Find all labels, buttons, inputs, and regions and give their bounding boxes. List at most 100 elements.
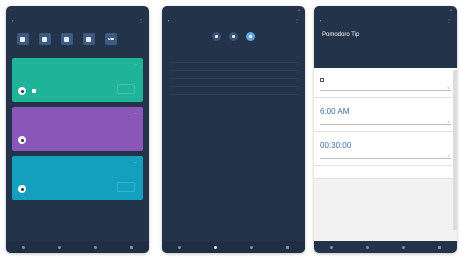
status-icons-left: ◦ bbox=[319, 8, 321, 12]
tool-more[interactable] bbox=[102, 33, 119, 47]
status-icons-left: ◦ bbox=[11, 8, 13, 12]
play-button[interactable] bbox=[18, 136, 26, 144]
card-illustration bbox=[117, 84, 135, 94]
chevron-down-icon: ▾ bbox=[447, 86, 449, 90]
tool-note[interactable] bbox=[36, 33, 53, 47]
nav-back-icon[interactable] bbox=[22, 245, 26, 249]
header-action-link[interactable] bbox=[314, 41, 457, 46]
play-icon bbox=[20, 138, 24, 142]
list-icon bbox=[64, 36, 69, 42]
more-icon bbox=[107, 38, 114, 40]
tab-1[interactable] bbox=[212, 32, 221, 43]
settings-row[interactable] bbox=[169, 87, 298, 95]
section-duration: 00:30:00 ▾ bbox=[314, 132, 457, 166]
back-icon[interactable]: ‹ bbox=[12, 18, 13, 23]
menu-icon[interactable]: ⋮ bbox=[295, 18, 299, 23]
status-bar: ◦ ▪▪ bbox=[314, 6, 457, 14]
chevron-down-icon: ▾ bbox=[447, 154, 449, 158]
status-icons-right: ▪▪ bbox=[449, 8, 452, 12]
settings-link[interactable] bbox=[169, 95, 298, 101]
card-menu-icon[interactable]: ⋯ bbox=[134, 111, 137, 115]
nav-recent-icon[interactable] bbox=[437, 245, 441, 249]
status-icons-right: ▪▪ bbox=[297, 8, 300, 12]
back-icon[interactable]: ‹ bbox=[168, 18, 169, 23]
page-title: Pomodoro Tip bbox=[322, 32, 360, 38]
scrollbar[interactable] bbox=[453, 70, 457, 230]
section-label bbox=[320, 170, 451, 172]
nav-back-icon[interactable] bbox=[330, 245, 334, 249]
start-time-value[interactable]: 6:00 AM bbox=[320, 107, 451, 116]
phone-screen-settings: ◦ ▪▪ ‹ ⋮ bbox=[162, 6, 305, 253]
phone-screen-detail: ◦ ▪▪ ‹ ⋮ Pomodoro Tip ▾ 6:00 AM ▾ 00:30:… bbox=[314, 6, 457, 253]
section-label bbox=[320, 72, 451, 74]
status-bar: ◦ ▪▪ bbox=[162, 6, 305, 14]
chevron-down-icon: ▾ bbox=[447, 120, 449, 124]
reminder-dropdown[interactable]: ▾ bbox=[320, 86, 451, 91]
settings-row[interactable] bbox=[169, 79, 298, 87]
detail-header: ◦ ▪▪ ‹ ⋮ Pomodoro Tip bbox=[314, 6, 457, 68]
section-extra bbox=[314, 166, 457, 179]
nav-home-icon[interactable] bbox=[58, 245, 62, 249]
play-icon bbox=[20, 187, 24, 191]
phone-screen-home: ◦ ‹ ⋮ ⋯ ⋯ ⋯ bbox=[6, 6, 149, 253]
grid-icon bbox=[20, 36, 25, 42]
timer-card-purple[interactable]: ⋯ bbox=[12, 107, 143, 151]
app-bar: ‹ ⋮ bbox=[314, 14, 457, 26]
nav-home-icon[interactable] bbox=[366, 245, 370, 249]
reminder-checkbox-row[interactable] bbox=[320, 78, 451, 82]
section-label bbox=[6, 47, 149, 58]
section-label bbox=[320, 136, 451, 138]
settings-row[interactable] bbox=[169, 63, 298, 71]
app-bar: ‹ ⋮ bbox=[6, 14, 149, 26]
settings-row[interactable] bbox=[169, 71, 298, 79]
settings-list bbox=[162, 43, 305, 101]
bell-icon bbox=[232, 35, 235, 38]
stop-icon[interactable] bbox=[32, 89, 36, 93]
card-menu-icon[interactable]: ⋯ bbox=[134, 160, 137, 164]
status-icons-left: ◦ bbox=[167, 8, 169, 12]
section-start-time: 6:00 AM ▾ bbox=[314, 98, 457, 132]
nav-search-icon[interactable] bbox=[249, 245, 253, 249]
menu-icon[interactable]: ⋮ bbox=[139, 18, 143, 23]
status-bar: ◦ bbox=[6, 6, 149, 14]
start-time-dropdown[interactable]: ▾ bbox=[320, 120, 451, 125]
quick-tools-row bbox=[6, 26, 149, 47]
tool-grid[interactable] bbox=[14, 33, 31, 47]
screenshot-stage: ◦ ‹ ⋮ ⋯ ⋯ ⋯ ◦ ▪▪ ‹ ⋮ ◦ ▪▪ ‹ ⋮ Pomodoro T… bbox=[0, 0, 459, 259]
card-illustration bbox=[117, 182, 135, 192]
tab-2[interactable] bbox=[229, 32, 238, 43]
doc-icon bbox=[86, 36, 91, 42]
timer-card-green[interactable]: ⋯ bbox=[12, 58, 143, 102]
nav-recent-icon[interactable] bbox=[285, 245, 289, 249]
settings-tabs bbox=[162, 26, 305, 43]
nav-search-icon[interactable] bbox=[401, 245, 405, 249]
detail-body: ▾ 6:00 AM ▾ 00:30:00 ▾ bbox=[314, 68, 457, 179]
section-reminder: ▾ bbox=[314, 68, 457, 98]
bottom-nav bbox=[6, 241, 149, 253]
play-icon bbox=[20, 89, 24, 93]
timer-card-teal[interactable]: ⋯ bbox=[12, 156, 143, 200]
duration-dropdown[interactable]: ▾ bbox=[320, 154, 451, 159]
app-bar: ‹ ⋮ bbox=[162, 14, 305, 26]
gear-icon bbox=[249, 35, 252, 38]
checkbox[interactable] bbox=[320, 78, 324, 82]
bottom-nav bbox=[162, 241, 305, 253]
note-icon bbox=[42, 36, 47, 42]
section-label bbox=[320, 102, 451, 104]
settings-row[interactable] bbox=[169, 55, 298, 63]
play-button[interactable] bbox=[18, 87, 26, 95]
menu-icon[interactable]: ⋮ bbox=[447, 18, 451, 23]
tool-doc[interactable] bbox=[80, 33, 97, 47]
nav-recent-icon[interactable] bbox=[129, 245, 133, 249]
clock-icon bbox=[215, 35, 218, 38]
card-menu-icon[interactable]: ⋯ bbox=[134, 62, 137, 66]
back-icon[interactable]: ‹ bbox=[320, 18, 321, 23]
bottom-nav bbox=[314, 241, 457, 253]
duration-value[interactable]: 00:30:00 bbox=[320, 141, 451, 150]
nav-home-icon[interactable] bbox=[214, 245, 218, 249]
tool-list[interactable] bbox=[58, 33, 75, 47]
tab-3[interactable] bbox=[246, 32, 255, 43]
nav-search-icon[interactable] bbox=[93, 245, 97, 249]
nav-back-icon[interactable] bbox=[178, 245, 182, 249]
play-button[interactable] bbox=[18, 185, 26, 193]
